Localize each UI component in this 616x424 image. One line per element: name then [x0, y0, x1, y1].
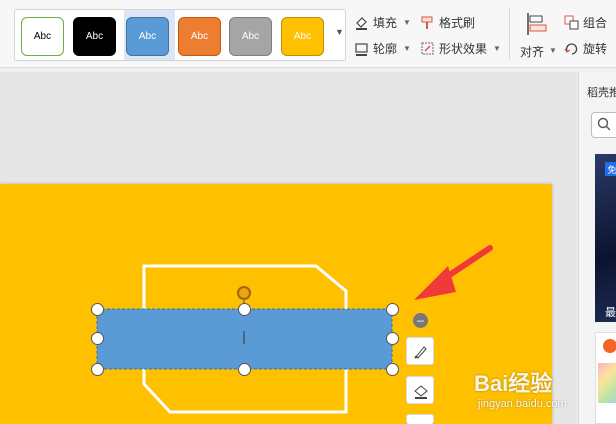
pane-search-input[interactable] [591, 112, 616, 138]
resize-handle-bottom[interactable] [238, 363, 251, 376]
resize-handle-bottom-left[interactable] [91, 363, 104, 376]
watermark-brand: Bai经验 [474, 371, 553, 396]
resize-handle-right[interactable] [386, 332, 399, 345]
brush-icon [413, 344, 429, 365]
hot-badge-icon [603, 339, 616, 353]
resize-handle-top[interactable] [238, 303, 251, 316]
pane-title: 稻壳推 [587, 87, 616, 99]
collapse-toolbar-icon[interactable]: – [413, 313, 428, 328]
fill-quick-button[interactable] [406, 376, 434, 404]
template-thumbnail-dark[interactable] [595, 154, 616, 322]
more-quick-button[interactable] [406, 414, 434, 424]
fill-bucket-icon [412, 382, 430, 405]
shape-style-quick-button[interactable] [406, 337, 434, 365]
resize-handle-bottom-right[interactable] [386, 363, 399, 376]
rotate-handle-icon[interactable] [237, 286, 251, 300]
resize-handle-left[interactable] [91, 332, 104, 345]
shapes-layer [96, 264, 393, 414]
resize-handle-top-left[interactable] [91, 303, 104, 316]
watermark-url: jingyan.baidu.com [478, 398, 567, 410]
watermark: Bai经验 jingyan.baidu.com [474, 366, 614, 420]
search-icon [597, 117, 611, 136]
thumbnail-caption: 最 [605, 307, 616, 319]
free-badge: 免 [605, 162, 616, 176]
resize-handle-top-right[interactable] [386, 303, 399, 316]
